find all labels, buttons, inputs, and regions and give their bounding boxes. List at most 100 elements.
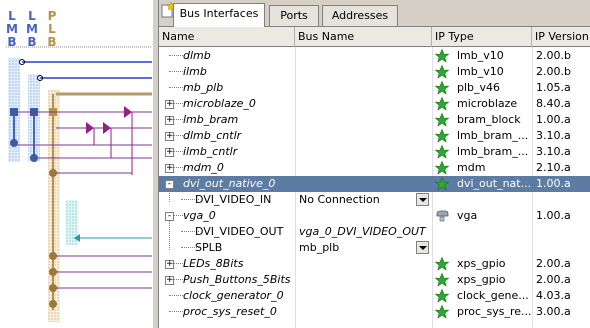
tab-ports[interactable]: Ports	[269, 5, 319, 26]
table-row[interactable]: + lmb_bram bram_block 1.00.a	[159, 112, 590, 128]
expand-icon[interactable]: +	[165, 100, 174, 109]
column-header-bus-name[interactable]: Bus Name	[295, 27, 432, 47]
table-row[interactable]: + dlmb_cntlr lmb_bram_... 3.10.a	[159, 128, 590, 144]
ip-type-value: microblaze	[457, 97, 518, 110]
table-row[interactable]: mb_plb plb_v46 1.05.a	[159, 80, 590, 96]
star-icon	[434, 256, 450, 271]
star-icon	[434, 80, 450, 95]
ip-version-value: 3.00.a	[536, 305, 571, 318]
chevron-down-icon[interactable]	[416, 193, 429, 206]
table-row[interactable]: - vga_0 vga 1.00.a	[159, 208, 590, 224]
table-row[interactable]: ilmb lmb_v10 2.00.b	[159, 64, 590, 80]
expand-icon[interactable]: +	[165, 276, 174, 285]
star-icon	[434, 48, 450, 63]
column-header-ip-version[interactable]: IP Version	[532, 27, 590, 47]
star-icon	[434, 272, 450, 287]
row-name: SPLB	[195, 241, 223, 254]
ip-version-value: 1.00.a	[536, 113, 571, 126]
row-name: ilmb_cntlr	[183, 145, 238, 158]
row-name: ilmb	[183, 65, 207, 78]
table-row[interactable]: + ilmb_cntlr lmb_bram_... 3.10.a	[159, 144, 590, 160]
column-header-ip-type[interactable]: IP Type	[432, 27, 532, 47]
tree-connector	[169, 71, 183, 72]
ip-type-value: proc_sys_re...	[457, 305, 531, 318]
table-row[interactable]: + Push_Buttons_5Bits xps_gpio 2.00.a	[159, 272, 590, 288]
row-name: lmb_bram	[183, 113, 239, 126]
ip-type-value: xps_gpio	[457, 273, 506, 286]
ip-version-value: 8.40.a	[536, 97, 571, 110]
table-row[interactable]: DVI_VIDEO_OUT vga_0_DVI_VIDEO_OUT	[159, 224, 590, 240]
bus-diagram	[6, 46, 152, 322]
ip-version-value: 2.00.a	[536, 257, 571, 270]
table-row[interactable]: + LEDs_8Bits xps_gpio 2.00.a	[159, 256, 590, 272]
ip-type-value: plb_v46	[457, 81, 501, 94]
ip-type-value: vga	[457, 209, 478, 222]
panel-splitter[interactable]	[152, 0, 159, 328]
row-name: mdm_0	[183, 161, 224, 174]
ip-type-value: xps_gpio	[457, 257, 506, 270]
expand-icon[interactable]: +	[165, 260, 174, 269]
table-row[interactable]: + microblaze_0 microblaze 8.40.a	[159, 96, 590, 112]
tree-connector	[169, 311, 183, 312]
tree-connector	[169, 188, 170, 202]
ip-version-value: 1.05.a	[536, 81, 571, 94]
table-row[interactable]: proc_sys_reset_0 proc_sys_re... 3.00.a	[159, 304, 590, 320]
row-name: mb_plb	[183, 81, 224, 94]
star-icon	[434, 96, 450, 111]
ip-type-value: lmb_bram_...	[457, 145, 529, 158]
table-row[interactable]: SPLB mb_plb	[159, 240, 590, 256]
chevron-down-icon[interactable]	[416, 241, 429, 254]
table-row[interactable]: DVI_VIDEO_IN No Connection	[159, 192, 590, 208]
bus-name-select[interactable]: mb_plb	[299, 240, 415, 256]
row-name: dvi_out_native_0	[183, 177, 276, 190]
ip-version-value: 2.00.b	[536, 49, 571, 62]
bus-interfaces-table: Name Bus Name IP Type IP Version dlmb lmb…	[159, 27, 590, 328]
table-header: Name Bus Name IP Type IP Version	[159, 27, 590, 47]
tab-bar: Bus Interfaces Ports Addresses	[159, 0, 590, 28]
ip-type-value: clock_gene...	[457, 289, 529, 302]
table-row[interactable]: + mdm_0 mdm 2.10.a	[159, 160, 590, 176]
ip-version-value: 4.03.a	[536, 289, 571, 302]
row-name: dlmb_cntlr	[183, 129, 242, 142]
star-icon	[434, 144, 450, 159]
tab-addresses[interactable]: Addresses	[322, 5, 398, 26]
ip-version-value: 1.00.a	[536, 177, 571, 190]
ip-type-value: lmb_v10	[457, 65, 504, 78]
expand-icon[interactable]: +	[165, 148, 174, 157]
ip-version-value: 2.00.a	[536, 273, 571, 286]
tree-connector	[169, 55, 183, 56]
row-name: proc_sys_reset_0	[183, 305, 277, 318]
row-name: microblaze_0	[183, 97, 256, 110]
row-name: dlmb	[183, 49, 211, 62]
ip-version-value: 3.10.a	[536, 145, 571, 158]
row-name: clock_generator_0	[183, 289, 284, 302]
tree-connector	[169, 220, 170, 250]
bus-name-select[interactable]: No Connection	[299, 192, 415, 208]
tree-connector	[169, 87, 183, 88]
star-icon	[434, 304, 450, 319]
ip-version-value: 2.10.a	[536, 161, 571, 174]
star-icon	[434, 176, 450, 191]
star-icon	[434, 288, 450, 303]
ip-version-value: 3.10.a	[536, 129, 571, 142]
expand-icon[interactable]: +	[165, 132, 174, 141]
table-row[interactable]: clock_generator_0 clock_gene... 4.03.a	[159, 288, 590, 304]
star-icon	[434, 64, 450, 79]
row-name: vga_0	[183, 209, 216, 222]
column-header-name[interactable]: Name	[159, 27, 295, 47]
ip-type-value: bram_block	[457, 113, 521, 126]
table-row[interactable]: dlmb lmb_v10 2.00.b	[159, 48, 590, 64]
expand-icon[interactable]: +	[165, 164, 174, 173]
ip-type-value: lmb_v10	[457, 49, 504, 62]
star-icon	[434, 112, 450, 127]
tab-bus-interfaces[interactable]: Bus Interfaces	[173, 3, 265, 28]
ip-version-value: 1.00.a	[536, 209, 571, 222]
ip-type-value: lmb_bram_...	[457, 129, 529, 142]
row-name: DVI_VIDEO_IN	[195, 193, 272, 206]
expand-icon[interactable]: +	[165, 116, 174, 125]
table-row[interactable]: - dvi_out_native_0 dvi_out_nat... 1.00.a	[159, 176, 590, 192]
ip-type-value: mdm	[457, 161, 486, 174]
row-name: Push_Buttons_5Bits	[183, 273, 291, 286]
row-name: LEDs_8Bits	[183, 257, 244, 270]
star-icon	[434, 160, 450, 175]
